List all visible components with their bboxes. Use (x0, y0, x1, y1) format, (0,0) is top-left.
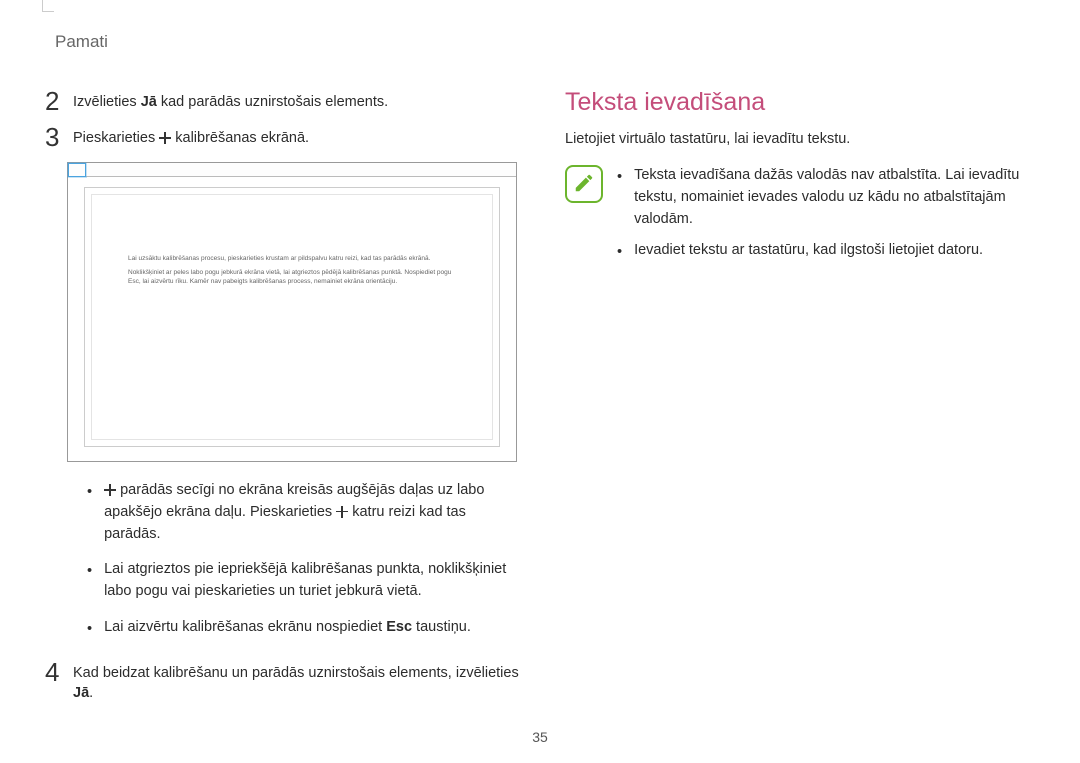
text: Pieskarieties (73, 130, 159, 146)
bullet-item: • Lai aizvērtu kalibrēšanas ekrānu nospi… (87, 617, 525, 641)
step-3: 3 Pieskarieties kalibrēšanas ekrānā. (45, 124, 525, 150)
bullet-item: • Ievadiet tekstu ar tastatūru, kad ilgs… (617, 240, 1035, 264)
bold-text: Jā (141, 94, 157, 110)
calib-line: Lai uzsāktu kalibrēšanas procesu, pieska… (128, 255, 456, 263)
step-text: Izvēlieties Jā kad parādās uznirstošais … (73, 88, 388, 112)
crosshair-icon (159, 132, 171, 144)
bullet-text: Lai atgrieztos pie iepriekšējā kalibrēša… (104, 559, 525, 603)
right-column: Teksta ievadīšana Lietojiet virtuālo tas… (565, 30, 1035, 743)
header-corner-decoration (42, 0, 54, 12)
section-title: Teksta ievadīšana (565, 88, 1035, 117)
step-number: 4 (45, 659, 63, 685)
text: Kad beidzat kalibrēšanu un parādās uznir… (73, 665, 519, 681)
bullet-text: Lai aizvērtu kalibrēšanas ekrānu nospied… (104, 617, 471, 641)
bullet-item: • parādās secīgi no ekrāna kreisās augšē… (87, 480, 525, 545)
crosshair-icon (104, 484, 116, 496)
note-box: • Teksta ievadīšana dažās valodās nav at… (565, 165, 1035, 274)
note-icon (565, 165, 603, 203)
bullet-dot-icon: • (617, 165, 622, 230)
text: Lai aizvērtu kalibrēšanas ekrānu nospied… (104, 619, 386, 635)
sub-bullets: • parādās secīgi no ekrāna kreisās augšē… (87, 480, 525, 641)
text: Izvēlieties (73, 94, 141, 110)
section-header: Pamati (55, 32, 108, 52)
bullet-item: • Teksta ievadīšana dažās valodās nav at… (617, 165, 1035, 230)
step-text: Pieskarieties kalibrēšanas ekrānā. (73, 124, 309, 148)
crosshair-icon (336, 506, 348, 518)
bold-text: Esc (386, 619, 412, 635)
note-bullets: • Teksta ievadīšana dažās valodās nav at… (617, 165, 1035, 274)
calib-line: Noklikšķiniet ar peles labo pogu jebkurā… (128, 269, 456, 286)
calibration-frame-inner (91, 194, 493, 440)
step-number: 3 (45, 124, 63, 150)
bold-text: Jā (73, 685, 89, 701)
bullet-dot-icon: • (87, 480, 92, 545)
bullet-text: Ievadiet tekstu ar tastatūru, kad ilgsto… (634, 240, 983, 264)
step-4: 4 Kad beidzat kalibrēšanu un parādās uzn… (45, 659, 525, 704)
pencil-icon (573, 172, 595, 194)
calibration-frame-outer (84, 187, 500, 447)
page-content: 2 Izvēlieties Jā kad parādās uznirstošai… (0, 0, 1080, 763)
bullet-dot-icon: • (87, 617, 92, 641)
calibration-instructions: Lai uzsāktu kalibrēšanas procesu, pieska… (128, 255, 456, 292)
text: kad parādās uznirstošais elements. (157, 94, 388, 110)
bullet-text: Teksta ievadīšana dažās valodās nav atba… (634, 165, 1035, 230)
page-number: 35 (0, 729, 1080, 745)
bullet-dot-icon: • (617, 240, 622, 264)
text: kalibrēšanas ekrānā. (171, 130, 309, 146)
step-number: 2 (45, 88, 63, 114)
calibration-screenshot: Lai uzsāktu kalibrēšanas procesu, pieska… (67, 162, 517, 462)
calibration-target-marker (68, 163, 86, 177)
step-text: Kad beidzat kalibrēšanu un parādās uznir… (73, 659, 525, 704)
text: taustiņu. (412, 619, 471, 635)
text: . (89, 685, 93, 701)
bullet-item: • Lai atgrieztos pie iepriekšējā kalibrē… (87, 559, 525, 603)
left-column: 2 Izvēlieties Jā kad parādās uznirstošai… (45, 30, 525, 743)
bullet-dot-icon: • (87, 559, 92, 603)
section-description: Lietojiet virtuālo tastatūru, lai ievadī… (565, 131, 1035, 147)
step-2: 2 Izvēlieties Jā kad parādās uznirstošai… (45, 88, 525, 114)
bullet-text: parādās secīgi no ekrāna kreisās augšējā… (104, 480, 525, 545)
calibration-titlebar (68, 163, 516, 177)
